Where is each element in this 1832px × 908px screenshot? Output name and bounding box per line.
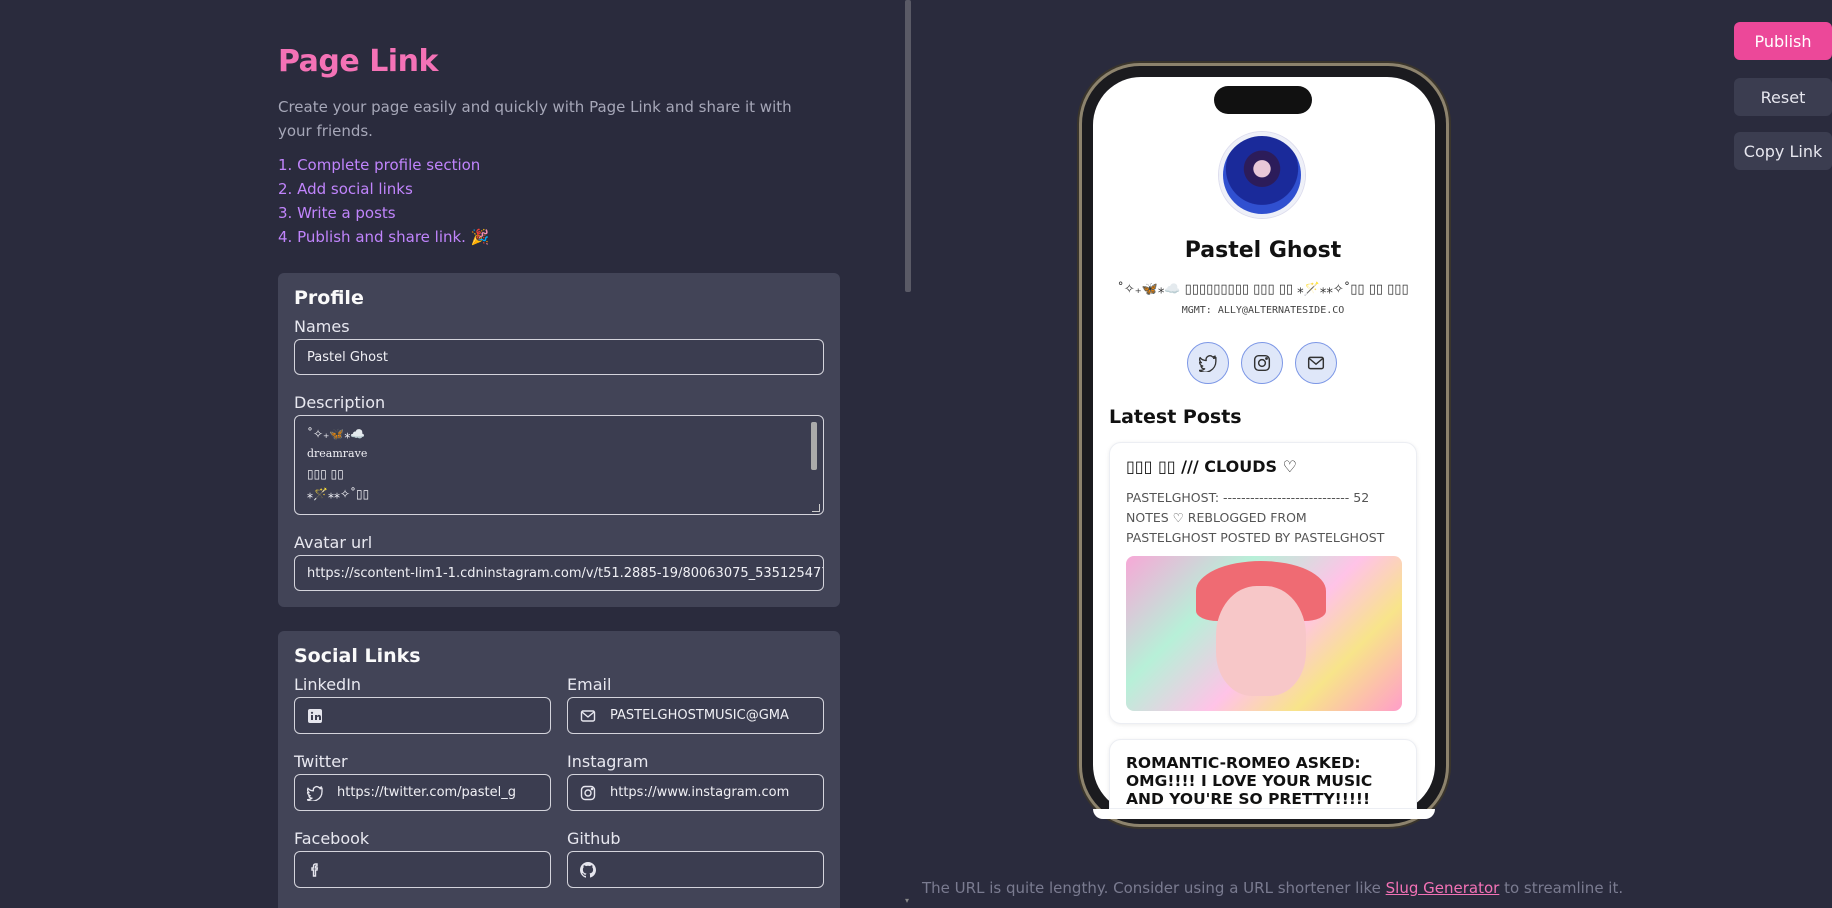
avatar-url-label: Avatar url — [294, 533, 373, 552]
slug-generator-link[interactable]: Slug Generator — [1386, 879, 1500, 897]
preview-name: Pastel Ghost — [1184, 238, 1342, 263]
post-body: PASTELGHOST: ---------------------------… — [1126, 490, 1385, 545]
intro-text: Create your page easily and quickly with… — [278, 98, 792, 140]
facebook-group: Facebook — [294, 829, 551, 906]
twitter-icon — [307, 785, 323, 801]
mail-icon — [580, 709, 596, 722]
github-group: Github — [567, 829, 824, 906]
post-image-face — [1216, 586, 1306, 696]
post-image — [1126, 556, 1402, 711]
twitter-value: https://twitter.com/pastel_g — [337, 785, 517, 800]
copy-link-button[interactable]: Copy Link — [1734, 132, 1832, 170]
steps-list: 1. Complete profile section 2. Add socia… — [278, 153, 840, 249]
description-line: ˚✧₊🦋⁎☁️ — [307, 427, 366, 441]
footer-note: The URL is quite lengthy. Consider using… — [922, 879, 1623, 897]
twitter-group: Twitter https://twitter.com/pastel_g — [294, 752, 551, 829]
github-icon — [580, 861, 596, 878]
resize-handle[interactable] — [812, 504, 820, 512]
footer-note-text: The URL is quite lengthy. Consider using… — [922, 879, 1386, 897]
instagram-group: Instagram https://www.instagram.com — [567, 752, 824, 829]
latest-posts-heading: Latest Posts — [1109, 406, 1242, 428]
instagram-value: https://www.instagram.com — [610, 785, 790, 800]
footer-note-text-end: to streamline it. — [1499, 879, 1624, 897]
email-label: Email — [567, 675, 612, 694]
editor-content: Page Link Create your page easily and qu… — [278, 44, 840, 908]
preview-description: ˚✧₊🦋⁎☁️ ▯▯▯▯▯▯▯▯▯ ▯▯▯ ▯▯ ⁎🪄⁎⁎✧˚▯▯ ▯▯ ▯▯▯ — [1117, 282, 1409, 297]
names-label: Names — [294, 317, 350, 336]
editor-panel: Page Link Create your page easily and qu… — [0, 0, 910, 908]
step-item: 1. Complete profile section — [278, 156, 481, 174]
scroll-down-arrow-icon[interactable]: ▾ — [905, 896, 911, 905]
facebook-label: Facebook — [294, 829, 370, 848]
twitter-icon — [1199, 355, 1217, 372]
email-input[interactable]: PASTELGHOSTMUSIC@GMA — [567, 697, 824, 734]
reset-button[interactable]: Reset — [1734, 78, 1832, 116]
description-label: Description — [294, 393, 386, 412]
instagram-icon — [1253, 354, 1271, 372]
textarea-scrollbar[interactable] — [811, 422, 817, 470]
email-value: PASTELGHOSTMUSIC@GMA — [610, 708, 789, 723]
facebook-input[interactable] — [294, 851, 551, 888]
mail-icon — [1307, 356, 1325, 370]
profile-heading: Profile — [294, 287, 364, 309]
social-links-grid: LinkedIn Email PASTELGHOSTMUSIC@GMA Twit… — [294, 675, 824, 906]
step-item: 4. Publish and share link. 🎉 — [278, 228, 490, 246]
social-links-heading: Social Links — [294, 645, 421, 667]
description-line: dreamrave — [307, 447, 368, 460]
github-label: Github — [567, 829, 621, 848]
post-card[interactable]: ▯▯▯ ▯▯ /// CLOUDS ♡ PASTELGHOST: -------… — [1109, 442, 1417, 724]
dynamic-island — [1214, 86, 1312, 114]
instagram-icon — [580, 785, 596, 800]
email-group: Email PASTELGHOSTMUSIC@GMA — [567, 675, 824, 752]
publish-button[interactable]: Publish — [1734, 22, 1832, 60]
step-item: 3. Write a posts — [278, 204, 396, 222]
preview-twitter-link[interactable] — [1187, 342, 1229, 384]
post-title: ROMANTIC-ROMEO ASKED: OMG!!!! I LOVE YOU… — [1126, 754, 1373, 808]
social-links-card: Social Links LinkedIn Email PASTELGHOSTM… — [278, 631, 840, 908]
instagram-label: Instagram — [567, 752, 649, 771]
linkedin-input[interactable] — [294, 697, 551, 734]
preview-email-link[interactable] — [1295, 342, 1337, 384]
preview-instagram-link[interactable] — [1241, 342, 1283, 384]
twitter-input[interactable]: https://twitter.com/pastel_g — [294, 774, 551, 811]
facebook-icon — [311, 862, 319, 877]
linkedin-group: LinkedIn — [294, 675, 551, 752]
twitter-label: Twitter — [294, 752, 348, 771]
page-title: Page Link — [278, 44, 438, 79]
step-item: 2. Add social links — [278, 180, 413, 198]
names-input[interactable]: Pastel Ghost — [294, 339, 824, 375]
description-line: ⁎🪄⁎⁎✧˚▯▯ — [307, 487, 370, 501]
preview-mgmt: MGMT: ALLY@ALTERNATESIDE.CO — [1181, 305, 1345, 316]
editor-scrollbar-thumb[interactable] — [905, 0, 911, 292]
linkedin-label: LinkedIn — [294, 675, 362, 694]
github-input[interactable] — [567, 851, 824, 888]
instagram-input[interactable]: https://www.instagram.com — [567, 774, 824, 811]
phone-screen-bottom — [1093, 809, 1435, 819]
profile-card: Profile Names Pastel Ghost Description ˚… — [278, 273, 840, 607]
description-line: ▯▯▯ ▯▯ — [307, 467, 344, 481]
avatar — [1219, 132, 1305, 218]
post-title: ▯▯▯ ▯▯ /// CLOUDS ♡ — [1126, 457, 1297, 476]
post-card[interactable]: ROMANTIC-ROMEO ASKED: OMG!!!! I LOVE YOU… — [1109, 739, 1417, 809]
avatar-url-input[interactable]: https://scontent-lim1-1.cdninstagram.com… — [294, 555, 824, 591]
linkedin-icon — [308, 708, 322, 723]
description-textarea[interactable]: ˚✧₊🦋⁎☁️ dreamrave ▯▯▯ ▯▯ ⁎🪄⁎⁎✧˚▯▯ — [294, 415, 824, 515]
